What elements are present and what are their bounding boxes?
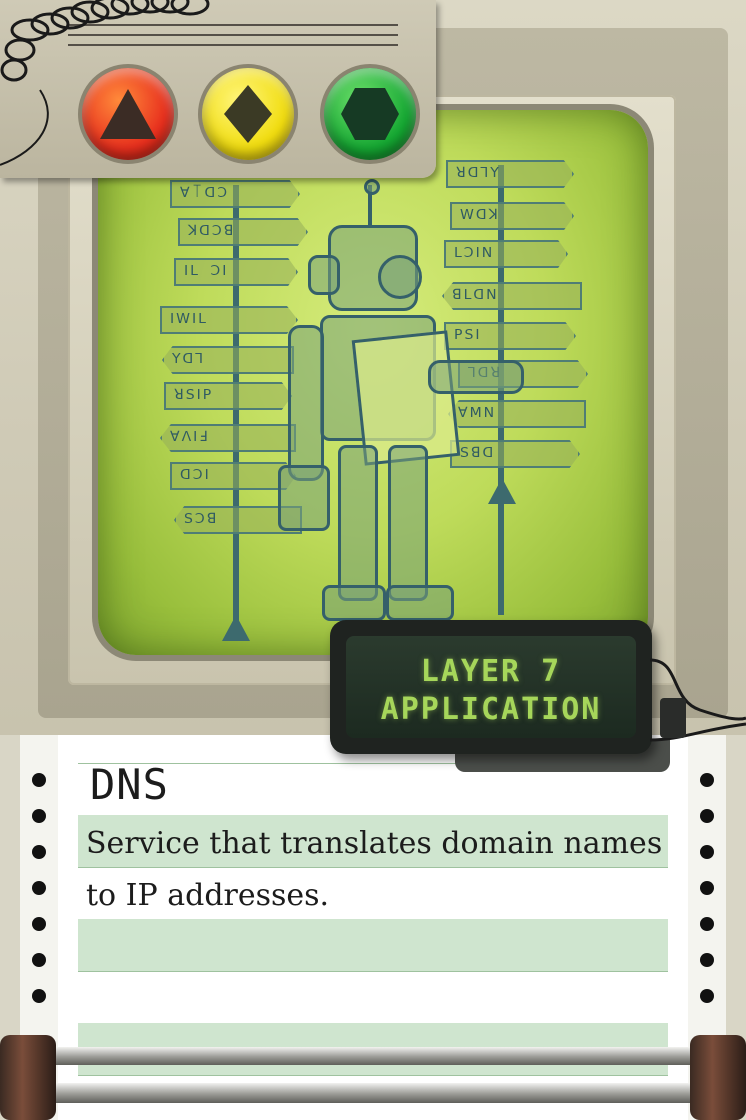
status-lights-panel — [0, 0, 436, 178]
layer-name: APPLICATION — [380, 692, 602, 727]
hexagon-icon — [341, 88, 399, 140]
robot-illustration — [278, 179, 524, 625]
green-status-light — [320, 64, 420, 164]
cable-icon — [649, 658, 746, 742]
red-status-light — [78, 64, 178, 164]
triangle-icon — [100, 89, 156, 139]
lcd-screen: LAYER 7 APPLICATION — [346, 636, 636, 738]
printer-roller — [0, 1035, 746, 1120]
layer-display: LAYER 7 APPLICATION — [330, 620, 652, 754]
term-title: DNS — [90, 760, 169, 809]
crt-screen: ꓯ꓄ꓷꓛ ꓘꓷꓛꓭ ꓲꓡ ꓛꓲ ꓲꓪꓲꓡ ꓬꓷꓶ ꓤꓢꓲꓑ ꓯꓥꓲꓞ ꓷꓛꓲ ꓢ… — [98, 110, 648, 655]
left-roller-knob — [0, 1035, 56, 1120]
term-description: Service that translates domain names to … — [86, 826, 663, 913]
osi-layer-card: ꓯ꓄ꓷꓛ ꓘꓷꓛꓭ ꓲꓡ ꓛꓲ ꓲꓪꓲꓡ ꓬꓷꓶ ꓤꓢꓲꓑ ꓯꓥꓲꓞ ꓷꓛꓲ ꓢ… — [0, 0, 746, 1120]
right-roller-knob — [690, 1035, 746, 1120]
diamond-icon — [224, 85, 272, 143]
yellow-status-light — [198, 64, 298, 164]
layer-number: LAYER 7 — [420, 654, 562, 689]
